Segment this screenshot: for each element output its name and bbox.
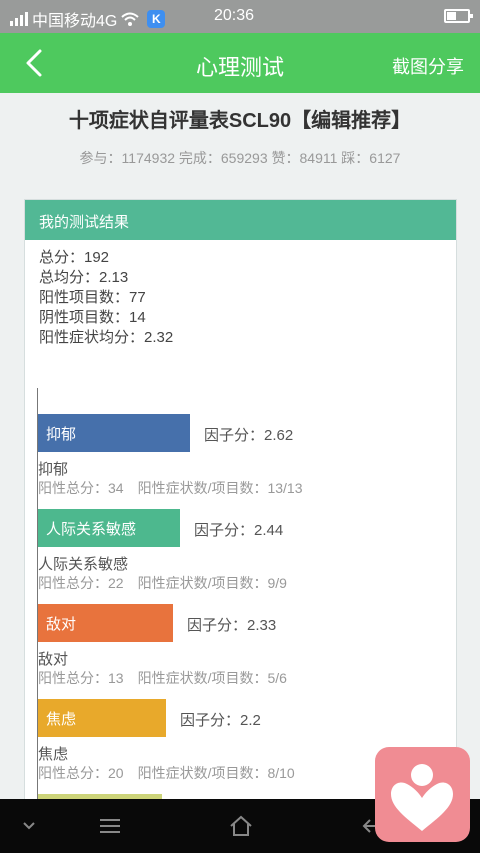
status-bar: 中国移动4G K 20:36 xyxy=(0,0,480,33)
factor-detail: 阳性总分：22 阳性症状数/项目数：9/9 xyxy=(38,575,287,591)
negative-item-count: 阴性项目数：14 xyxy=(39,309,146,326)
wifi-icon xyxy=(121,12,140,26)
signal-icon xyxy=(10,12,28,26)
total-score: 总分：192 xyxy=(39,249,110,266)
factor-score: 因子分：2.2 xyxy=(180,712,261,729)
positive-symptom-average: 阳性症状均分：2.32 xyxy=(39,329,174,346)
factor-name: 抑郁 xyxy=(38,461,69,478)
result-card: 我的测试结果 总分：192 总均分：2.13 阳性项目数：77 阴性项目数：14… xyxy=(24,199,457,819)
factor-score: 因子分：2.62 xyxy=(204,427,294,444)
screenshot-share-button[interactable]: 截图分享 xyxy=(392,53,464,79)
factor-bar: 抑郁 xyxy=(38,414,190,452)
factor-bar: 焦虑 xyxy=(38,699,166,737)
factor-row: 抑郁 因子分：2.62 抑郁 阳性总分：34 阳性症状数/项目数：13/13 xyxy=(38,414,448,502)
factor-row: 人际关系敏感 因子分：2.44 人际关系敏感 阳性总分：22 阳性症状数/项目数：9/… xyxy=(38,509,448,597)
factor-name: 敌对 xyxy=(38,651,69,668)
factor-detail: 阳性总分：34 阳性症状数/项目数：13/13 xyxy=(38,480,303,496)
factor-score: 因子分：2.33 xyxy=(187,617,277,634)
factor-bar: 人际关系敏感 xyxy=(38,509,180,547)
battery-icon xyxy=(444,9,473,23)
factor-detail: 阳性总分：13 阳性症状数/项目数：5/6 xyxy=(38,670,287,686)
title-bar: 心理测试 截图分享 xyxy=(0,33,480,93)
chevron-down-icon[interactable] xyxy=(14,811,44,841)
factor-bar: 敌对 xyxy=(38,604,173,642)
app-badge-icon: K xyxy=(147,10,166,28)
factor-name: 人际关系敏感 xyxy=(38,556,129,573)
factor-score: 因子分：2.44 xyxy=(194,522,284,539)
menu-icon[interactable] xyxy=(95,811,125,841)
average-score: 总均分：2.13 xyxy=(39,269,129,286)
test-title: 十项症状自评量表SCL90【编辑推荐】 xyxy=(68,110,412,132)
factor-name: 焦虑 xyxy=(38,746,69,763)
floating-widget[interactable] xyxy=(375,747,470,842)
result-summary: 总分：192 总均分：2.13 阳性项目数：77 阴性项目数：14 阳性症状均分… xyxy=(25,240,456,356)
home-icon[interactable] xyxy=(226,811,256,841)
result-heading: 我的测试结果 xyxy=(25,200,456,240)
clock: 20:36 xyxy=(214,7,255,24)
factor-detail: 阳性总分：20 阳性症状数/项目数：8/10 xyxy=(38,765,295,781)
heart-person-icon xyxy=(391,764,453,831)
test-stats: 参与：1174932 完成：659293 赞：84911 踩：6127 xyxy=(79,150,401,166)
carrier-label: 中国移动4G xyxy=(32,13,118,30)
positive-item-count: 阳性项目数：77 xyxy=(39,289,146,306)
factor-row: 敌对 因子分：2.33 敌对 阳性总分：13 阳性症状数/项目数：5/6 xyxy=(38,604,448,692)
